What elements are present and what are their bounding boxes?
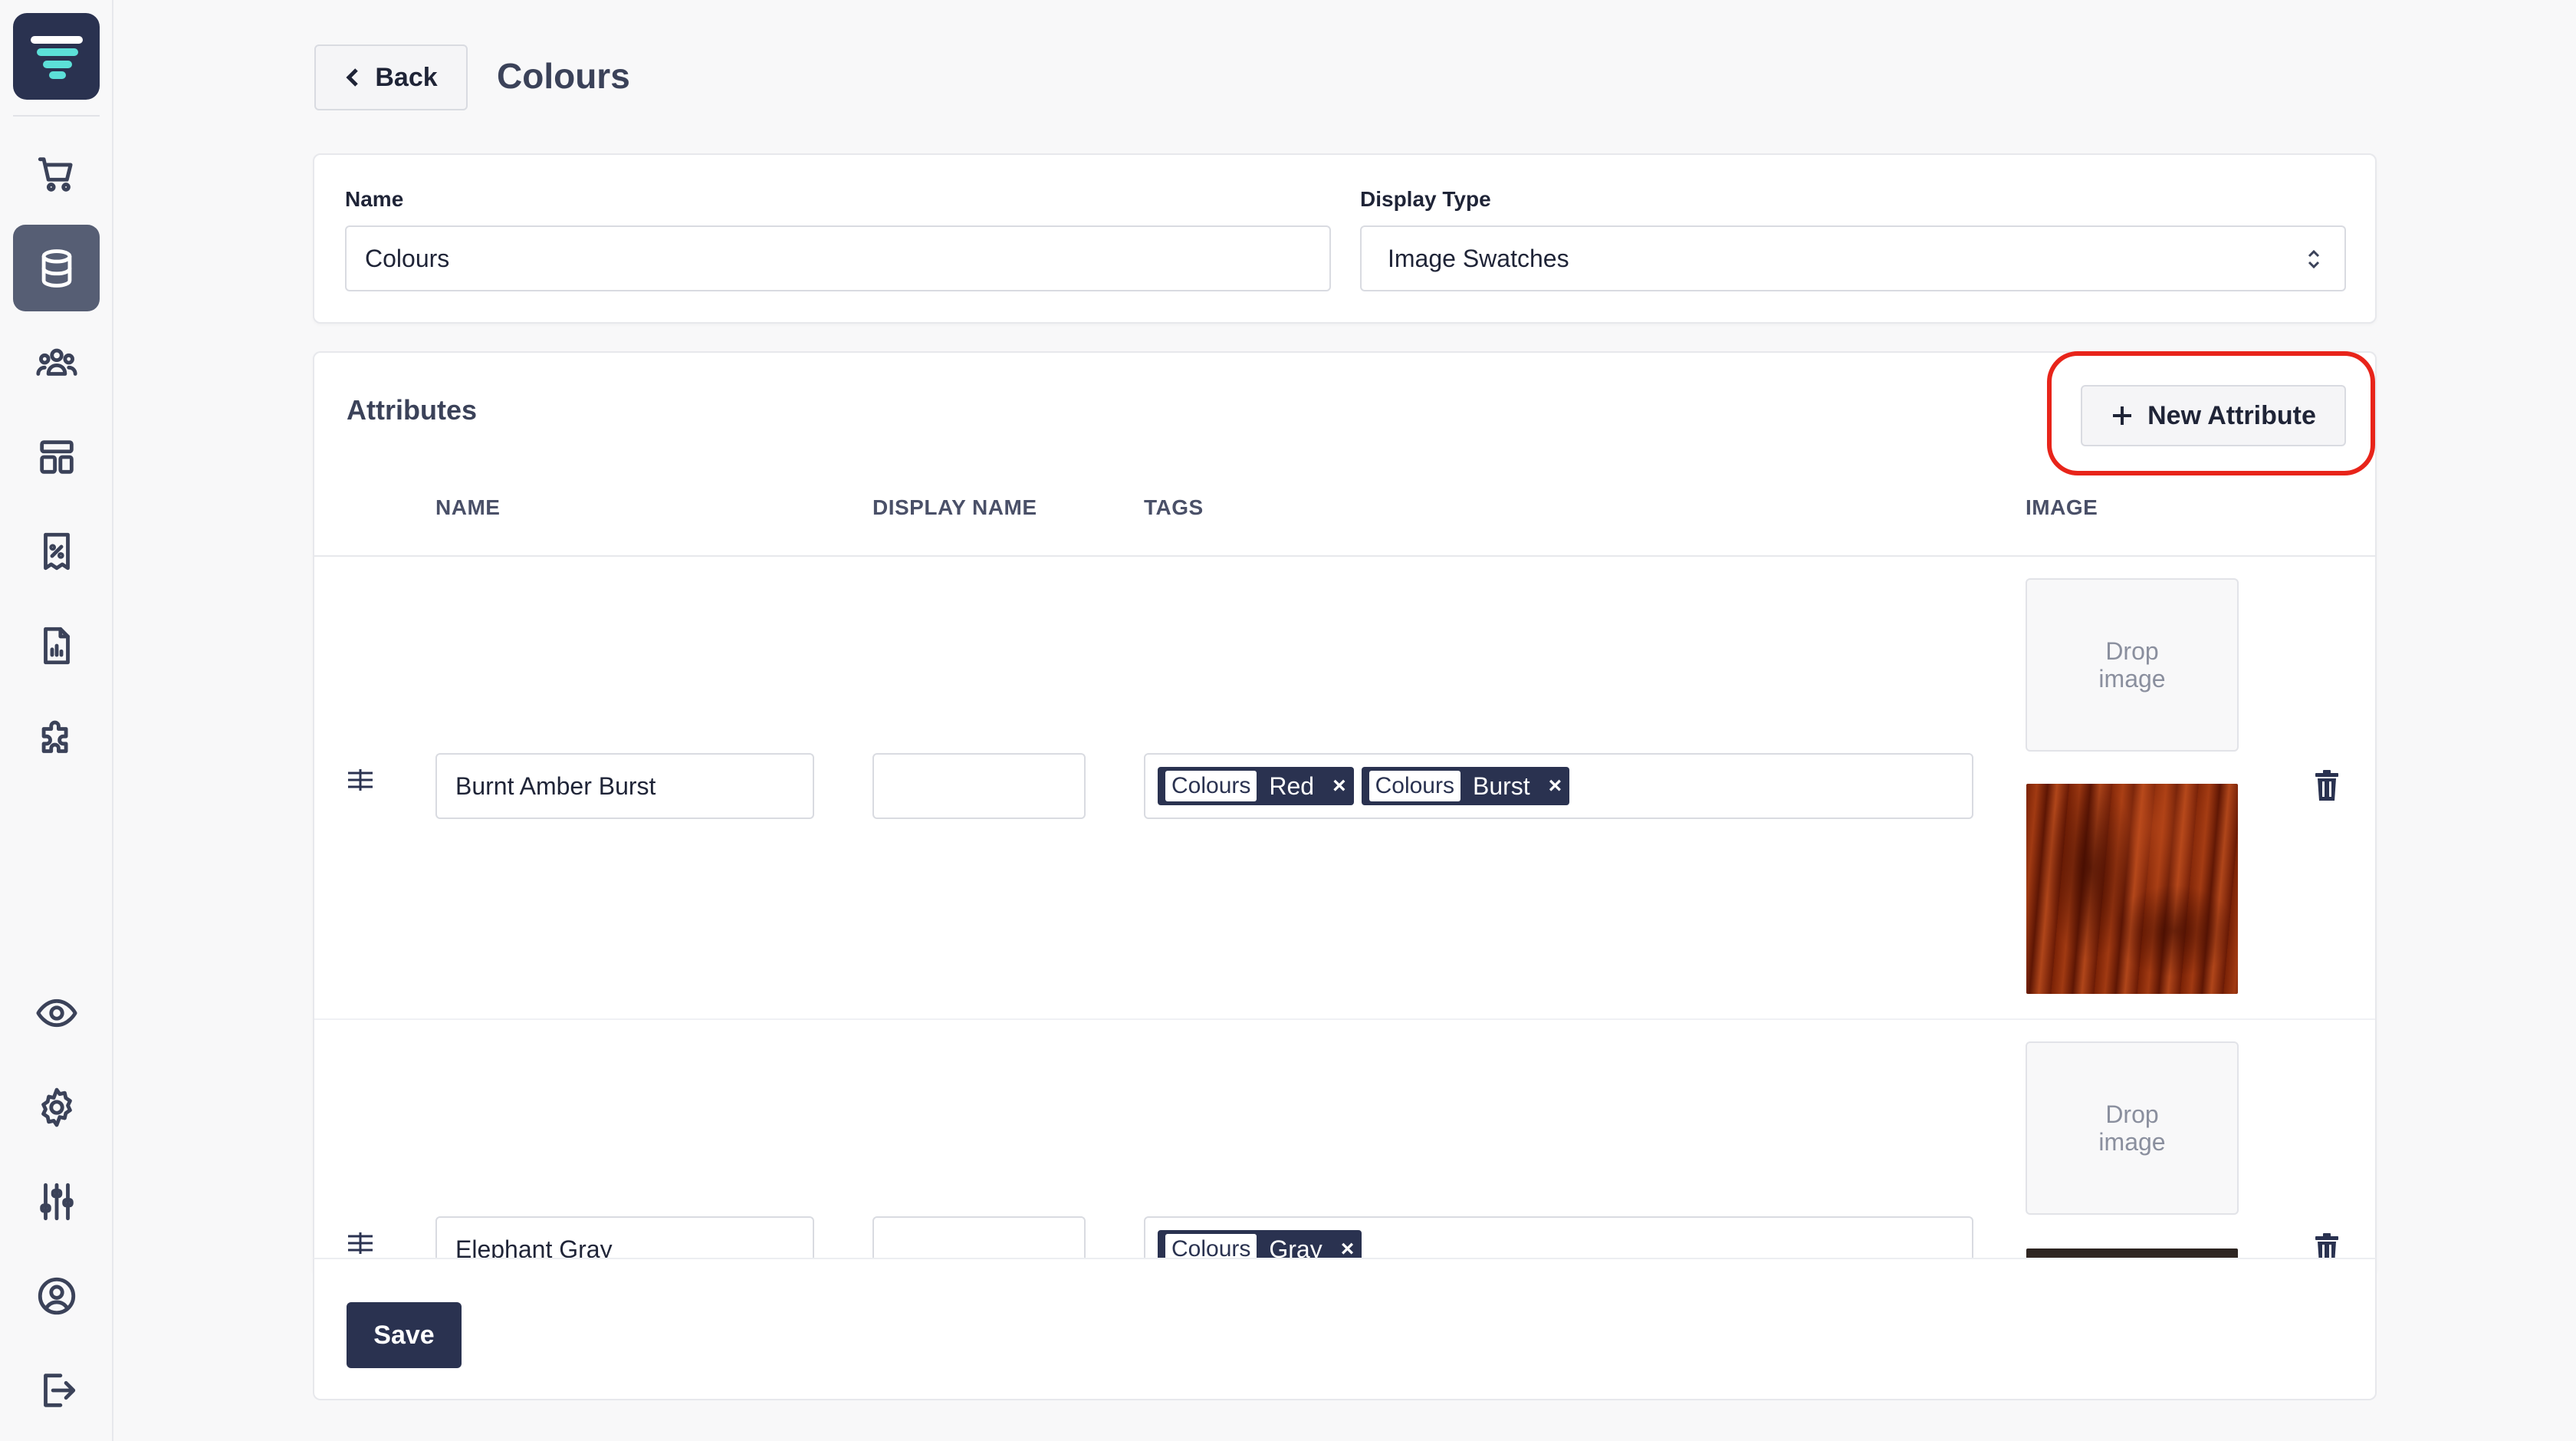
tags-input[interactable]: Colours Red × Colours Burst × — [1144, 753, 1973, 819]
chevron-left-icon — [346, 68, 359, 87]
cart-icon — [38, 156, 73, 192]
display-type-select[interactable]: Image Swatches — [1360, 225, 2346, 291]
plus-icon — [2113, 406, 2132, 425]
eye-icon — [35, 999, 77, 1027]
sidebar-item-preview[interactable] — [13, 969, 100, 1056]
new-attribute-button[interactable]: New Attribute — [2081, 385, 2346, 446]
user-circle-icon — [38, 1277, 75, 1314]
logo-icon — [30, 35, 83, 79]
name-field-value: Colours — [365, 244, 450, 272]
sidebar-item-database[interactable] — [13, 225, 100, 311]
drag-handle-icon[interactable] — [345, 768, 376, 791]
attribute-display-name-input[interactable] — [872, 753, 1086, 819]
new-attribute-label: New Attribute — [2147, 400, 2316, 430]
image-drop-zone[interactable]: Drop image — [2026, 578, 2239, 752]
column-header-image: IMAGE — [2026, 495, 2098, 519]
users-icon — [35, 348, 77, 376]
layout-icon — [39, 439, 74, 474]
drop-zone-label: Drop image — [2098, 1100, 2166, 1156]
report-icon — [43, 627, 70, 664]
tag-value: Burst — [1472, 771, 1530, 800]
sidebar-item-account[interactable] — [13, 1252, 100, 1339]
sidebar-item-reports[interactable] — [13, 602, 100, 689]
name-label: Name — [345, 187, 404, 211]
sidebar-item-plugins[interactable] — [13, 696, 100, 783]
tag-chip: Colours Red × — [1158, 767, 1354, 805]
sliders-icon — [39, 1183, 74, 1220]
tag-value: Red — [1269, 771, 1315, 800]
back-button-label: Back — [375, 62, 438, 92]
select-chevron-icon — [2308, 249, 2320, 269]
tag-chip: Colours Burst × — [1361, 767, 1570, 805]
display-type-label: Display Type — [1360, 187, 1491, 211]
sidebar — [0, 0, 113, 1441]
display-type-value: Image Swatches — [1388, 244, 1569, 272]
save-bar: Save — [313, 1258, 2377, 1400]
page-title: Colours — [497, 56, 630, 96]
drag-handle-icon[interactable] — [345, 1232, 376, 1255]
database-icon — [41, 248, 71, 288]
tag-group: Colours — [1368, 771, 1460, 801]
attribute-set-details-card: Name Colours Display Type Image Swatches — [313, 153, 2377, 324]
header-divider — [314, 555, 2375, 557]
sidebar-item-users[interactable] — [13, 319, 100, 406]
gear-icon — [41, 1087, 72, 1127]
back-button[interactable]: Back — [314, 44, 468, 110]
sidebar-item-logout[interactable] — [13, 1347, 100, 1433]
row-divider — [314, 1018, 2375, 1020]
trash-icon — [2315, 770, 2338, 801]
attributes-card: Attributes New Attribute NAME DISPLAY NA… — [313, 351, 2377, 1272]
puzzle-icon — [41, 720, 67, 753]
sidebar-item-cart[interactable] — [13, 130, 100, 217]
attributes-title: Attributes — [347, 394, 477, 426]
name-field[interactable]: Colours — [345, 225, 1331, 291]
swatch-image — [2026, 784, 2238, 994]
delete-attribute-button[interactable] — [2314, 770, 2340, 801]
drop-zone-label: Drop image — [2098, 637, 2166, 693]
save-button[interactable]: Save — [347, 1302, 462, 1368]
sidebar-item-layout[interactable] — [13, 413, 100, 500]
image-drop-zone[interactable]: Drop image — [2026, 1041, 2239, 1215]
remove-tag-icon[interactable]: × — [1332, 773, 1346, 799]
tag-group: Colours — [1165, 771, 1257, 801]
sidebar-item-discounts[interactable] — [13, 508, 100, 594]
receipt-percent-icon — [43, 532, 70, 570]
sidebar-item-controls[interactable] — [13, 1158, 100, 1245]
attribute-name-value: Burnt Amber Burst — [455, 771, 656, 800]
column-header-tags: TAGS — [1144, 495, 1204, 519]
attribute-name-input[interactable]: Burnt Amber Burst — [435, 753, 814, 819]
column-header-name: NAME — [435, 495, 501, 519]
logout-icon — [43, 1373, 75, 1407]
column-header-display-name: DISPLAY NAME — [872, 495, 1037, 519]
remove-tag-icon[interactable]: × — [1549, 773, 1562, 799]
sidebar-item-settings[interactable] — [13, 1064, 100, 1150]
app-logo[interactable] — [13, 13, 100, 100]
sidebar-divider — [13, 115, 100, 117]
